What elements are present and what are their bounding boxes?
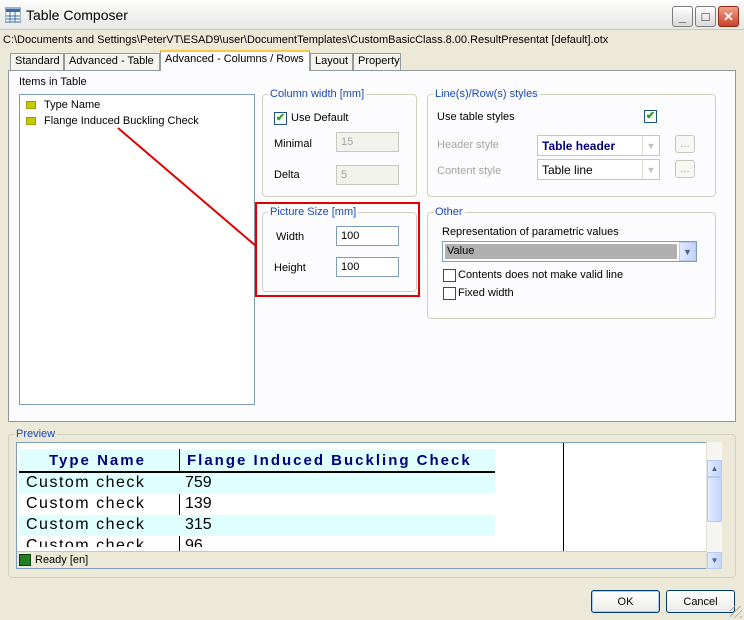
preview-cell: Custom check [26,516,146,533]
scroll-up-arrow-icon[interactable]: ▲ [707,460,722,477]
preview-scrollbar[interactable]: ▲ ▼ [706,442,722,569]
preview-cell: 759 [185,474,212,491]
preview-header-flange-check: Flange Induced Buckling Check [187,452,472,469]
preview-cell: 315 [185,516,212,533]
status-indicator-icon [19,554,31,566]
ok-button[interactable]: OK [591,590,660,613]
preview-cell: 139 [185,495,212,512]
preview-cell: Custom check [26,495,146,512]
preview-group-label: Preview [14,428,58,440]
cancel-button[interactable]: Cancel [666,590,735,613]
preview-cell: Custom check [26,474,146,491]
preview-status-text: Ready [en] [35,554,89,566]
preview-status-bar [17,551,721,568]
tab-advanced-columns-rows[interactable]: Advanced - Columns / Rows [160,50,310,71]
preview-table[interactable]: Type Name Flange Induced Buckling Check … [16,442,722,569]
scroll-down-arrow-icon[interactable]: ▼ [707,552,722,569]
resize-grip-icon[interactable] [730,606,742,618]
preview-header-type-name: Type Name [49,452,146,469]
preview-cell: Custom check [26,537,146,547]
scrollbar-thumb[interactable] [707,477,722,522]
preview-cell: 96 [185,537,203,547]
